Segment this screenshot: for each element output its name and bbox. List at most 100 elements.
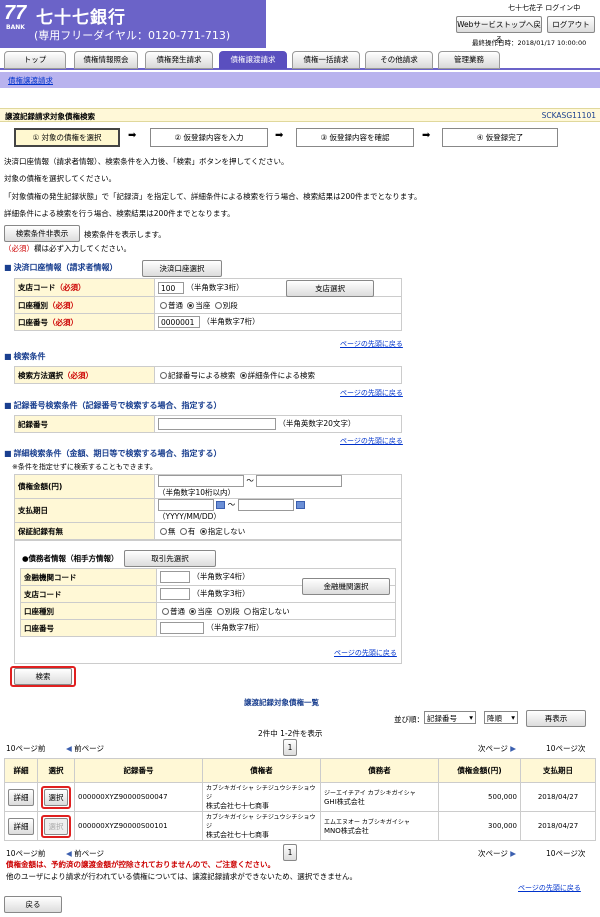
prev-page-link[interactable]: ◀ 前ページ xyxy=(66,743,104,754)
detail-search-section-title: 詳細検索条件（金額、期日等で検索する場合、指定する） xyxy=(4,448,222,459)
bank-logo: 77 BANK 七十七銀行 (専用フリーダイヤル：0120-771-713) xyxy=(0,0,266,48)
chevron-down-icon: ▾ xyxy=(469,713,473,722)
prev-page-link[interactable]: ◀ 前ページ xyxy=(66,848,104,859)
radio-guarantee-any[interactable] xyxy=(199,528,207,535)
branch-code-input[interactable]: 100 xyxy=(158,282,184,294)
radio-guarantee-yes[interactable] xyxy=(179,528,187,535)
debtor-account-type-label: 口座種別 xyxy=(20,602,157,620)
next-page-link[interactable]: 次ページ ▶ xyxy=(478,848,516,859)
next-page-link[interactable]: 次ページ ▶ xyxy=(478,743,516,754)
instruction-text: 「対象債権の発生記録状態」で「記録済」を指定して、詳細条件による検索を行う場合、… xyxy=(4,192,422,201)
settlement-account-select-button[interactable]: 決済口座選択 xyxy=(142,260,222,277)
detail-button[interactable]: 詳細 xyxy=(8,788,34,806)
radio-current[interactable] xyxy=(187,302,195,309)
record-search-section-title: 記録番号検索条件（記録番号で検索する場合、指定する） xyxy=(4,400,222,411)
record-number-input[interactable] xyxy=(158,418,276,430)
required-mark: （必須） xyxy=(4,244,34,253)
tab-top[interactable]: トップ xyxy=(4,51,66,69)
due-from-input[interactable] xyxy=(158,499,214,511)
tab-issue-request[interactable]: 債権発生請求 xyxy=(145,51,213,69)
radio-by-detail[interactable] xyxy=(239,372,247,379)
account-type-radios: 普通 当座 別段 xyxy=(154,296,402,314)
branch-code-label: 支店コード（必須） xyxy=(14,278,155,297)
user-status: 七十七花子 ログイン中 xyxy=(508,4,581,12)
radio-debtor-current[interactable] xyxy=(189,608,197,615)
radio-debtor-any[interactable] xyxy=(244,608,252,615)
radio-by-record-number[interactable] xyxy=(160,372,167,379)
tab-bulk-request[interactable]: 債権一括請求 xyxy=(292,51,360,69)
due-to-input[interactable] xyxy=(237,499,294,511)
pagetop-link[interactable]: ページの先頭に戻る xyxy=(334,648,397,658)
record-number-label: 記録番号 xyxy=(14,415,155,433)
page-title: 譲渡記録請求対象債権検索 xyxy=(5,112,95,121)
step-arrow-icon: ➡ xyxy=(275,130,284,141)
sort-field-select[interactable]: 記録番号 ▾ xyxy=(424,711,476,724)
back-to-top-button[interactable]: Webサービストップへ戻る xyxy=(456,16,542,44)
radio-guarantee-none[interactable] xyxy=(160,528,167,535)
next10-label: 10ページ次 xyxy=(546,849,586,858)
back-button[interactable]: 戻る xyxy=(4,896,62,913)
branch-select-button[interactable]: 支店選択 xyxy=(286,280,375,297)
column-header: 支払期日 xyxy=(520,758,596,783)
radio-debtor-special[interactable] xyxy=(216,608,224,615)
due-date-label: 支払期日 xyxy=(14,498,155,523)
account-number-hint: （半角数字7桁） xyxy=(202,317,260,326)
bank-code-label: 金融機関コード xyxy=(20,568,157,586)
subnav-transfer-request[interactable]: 債権譲渡請求 xyxy=(8,75,53,86)
column-header: 詳細 xyxy=(4,758,38,783)
debtor-account-number-label: 口座番号 xyxy=(20,619,157,637)
account-type-label: 口座種別（必須） xyxy=(14,296,155,314)
resort-button[interactable]: 再表示 xyxy=(526,710,586,727)
detail-button[interactable]: 詳細 xyxy=(8,817,34,835)
table-row: 詳細 選択 000000XYZ90000S00047 カブシキガイシャ シチジュ… xyxy=(4,782,596,812)
search-method-label: 検索方法選択（必須） xyxy=(14,366,155,384)
radio-ordinary[interactable] xyxy=(160,302,167,309)
radio-special[interactable] xyxy=(214,302,222,309)
bank-select-button[interactable]: 金融機関選択 xyxy=(302,578,390,595)
debtor-account-number-input[interactable] xyxy=(160,622,204,634)
partner-select-button[interactable]: 取引先選択 xyxy=(124,550,216,567)
guarantee-radios: 無 有 指定しない xyxy=(154,522,402,540)
pagetop-link[interactable]: ページの先頭に戻る xyxy=(340,388,403,398)
column-header: 債権者 xyxy=(202,758,321,783)
page-number: 1 xyxy=(283,739,297,756)
step-complete: ④ 仮登録完了 xyxy=(442,128,558,147)
chevron-down-icon: ▾ xyxy=(511,713,515,722)
toggle-search-conditions-button[interactable]: 検索条件非表示 xyxy=(4,225,80,242)
table-row: 詳細 選択 000000XYZ90000S00101 カブシキガイシャ シチジュ… xyxy=(4,811,596,841)
select-button[interactable]: 選択 xyxy=(44,788,68,806)
radio-debtor-ordinary[interactable] xyxy=(162,608,169,615)
amount: 500,000 xyxy=(438,782,521,812)
pagetop-link[interactable]: ページの先頭に戻る xyxy=(340,339,403,349)
logout-button[interactable]: ログアウト xyxy=(547,16,595,33)
sort-order-select[interactable]: 降順 ▾ xyxy=(484,711,518,724)
bank-code-input[interactable] xyxy=(160,571,190,583)
column-header: 選択 xyxy=(37,758,75,783)
page-title-bar: 譲渡記録請求対象債権検索 SCKASG11101 xyxy=(0,108,600,122)
calendar-icon[interactable] xyxy=(296,501,306,509)
step-select-credit: ① 対象の債権を選択 xyxy=(14,128,120,147)
pagetop-link[interactable]: ページの先頭に戻る xyxy=(518,883,581,893)
record-number: 000000XYZ90000S00047 xyxy=(74,782,203,812)
logo-number: 77 xyxy=(4,2,27,24)
sub-navigation: 債権譲渡請求 xyxy=(0,72,600,88)
account-number-input[interactable]: 0000001 xyxy=(158,316,200,328)
tab-other-request[interactable]: その他請求 xyxy=(365,51,433,69)
tab-credit-inquiry[interactable]: 債権情報照会 xyxy=(74,51,138,69)
amount-warning: 債権金額は、予約済の譲渡金額が控除されておりませんので、ご注意ください。 xyxy=(6,860,276,869)
pagetop-link[interactable]: ページの先頭に戻る xyxy=(340,436,403,446)
debtor-branch-input[interactable] xyxy=(160,588,190,600)
search-button[interactable]: 検索 xyxy=(14,668,72,685)
amount-from-input[interactable] xyxy=(158,475,244,487)
record-number: 000000XYZ90000S00101 xyxy=(74,811,203,841)
due-date: 2018/04/27 xyxy=(520,782,596,812)
screen-id: SCKASG11101 xyxy=(541,111,596,120)
amount-label: 債権金額(円) xyxy=(14,474,155,499)
amount-to-input[interactable] xyxy=(256,475,343,487)
tab-management[interactable]: 管理業務 xyxy=(438,51,500,69)
tab-transfer-request[interactable]: 債権譲渡請求 xyxy=(219,51,287,69)
calendar-icon[interactable] xyxy=(216,501,226,509)
detail-search-form: 債権金額(円) ～ （半角数字10桁以内） 支払期日 ～ （YYYY/MM/DD… xyxy=(14,474,402,540)
account-number-label: 口座番号（必須） xyxy=(14,313,155,331)
search-method-radios: 記録番号による検索 詳細条件による検索 xyxy=(154,366,402,384)
